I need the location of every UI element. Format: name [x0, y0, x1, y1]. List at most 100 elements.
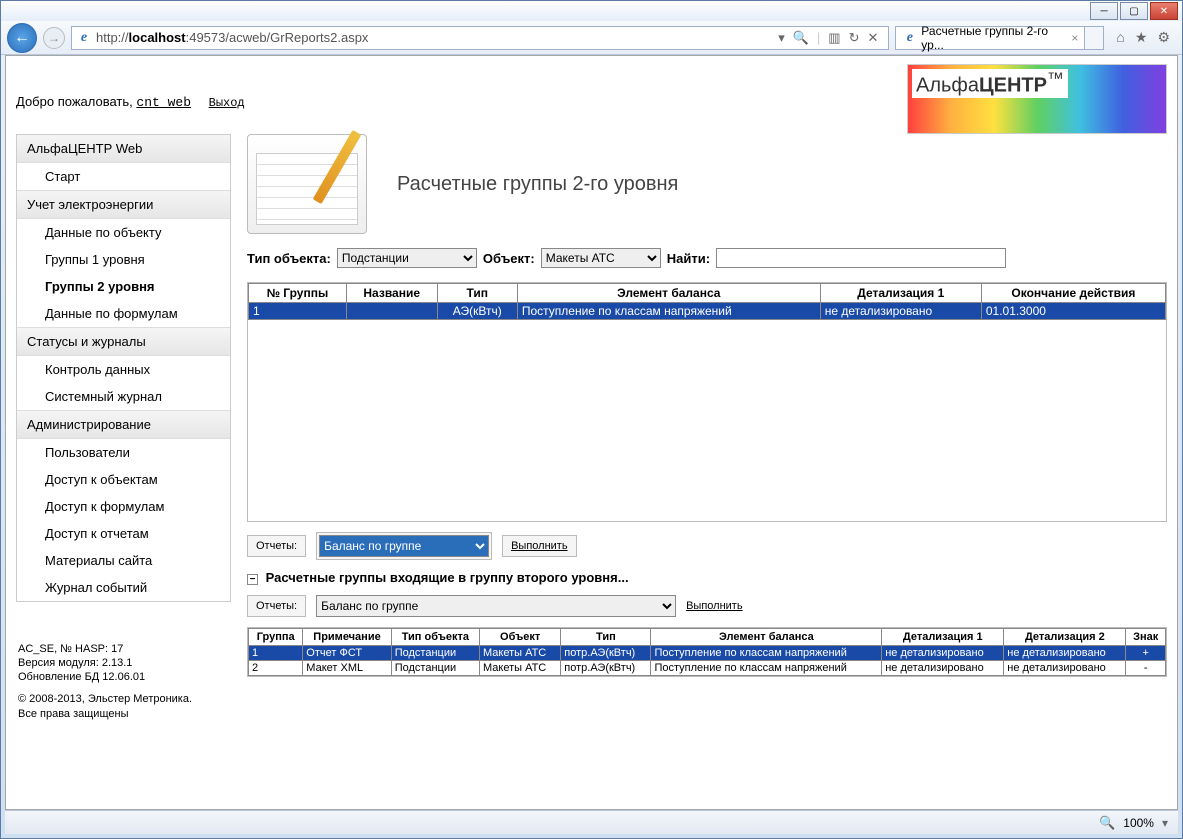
cell: Макеты АТС — [480, 646, 561, 661]
cell: Подстанции — [391, 661, 479, 676]
footer-copyright: © 2008-2013, Эльстер Метроника. — [18, 693, 192, 705]
grid2-wrap: Группа Примечание Тип объекта Объект Тип… — [247, 627, 1167, 677]
grid1-h-balance[interactable]: Элемент баланса — [517, 284, 820, 303]
favorites-icon[interactable]: ★ — [1135, 29, 1148, 46]
cell: не детализировано — [1004, 646, 1126, 661]
zoom-value: 100% — [1123, 816, 1154, 830]
menu-item-start[interactable]: Старт — [17, 163, 230, 190]
search-icon[interactable]: 🔍 — [793, 30, 809, 46]
zoom-icon[interactable]: 🔍 — [1099, 815, 1115, 831]
menu-item-syslog[interactable]: Системный журнал — [17, 383, 230, 410]
home-icon[interactable]: ⌂ — [1116, 29, 1124, 46]
menu-item-site-materials[interactable]: Материалы сайта — [17, 547, 230, 574]
compat-icon[interactable]: ▥ — [828, 30, 840, 46]
reports1-label: Отчеты: — [247, 535, 306, 557]
page-title: Расчетные группы 2-го уровня — [397, 173, 678, 196]
menu-item-formula-data[interactable]: Данные по формулам — [17, 300, 230, 327]
menu-item-groups1[interactable]: Группы 1 уровня — [17, 246, 230, 273]
menu-item-users[interactable]: Пользователи — [17, 439, 230, 466]
tab-title: Расчетные группы 2-го ур... — [921, 24, 1063, 52]
cell: + — [1126, 646, 1166, 661]
obj-select[interactable]: Макеты АТС — [541, 248, 661, 268]
reports2-select[interactable]: Баланс по группе — [316, 595, 676, 617]
collapse-icon[interactable]: − — [247, 574, 258, 585]
close-button[interactable]: ✕ — [1150, 2, 1178, 20]
footer-info: AC_SE, № HASP: 17 Версия модуля: 2.13.1 … — [18, 642, 238, 729]
browser-window: ─ ▢ ✕ ← → e http://localhost:49573/acweb… — [0, 0, 1183, 839]
ie-icon: e — [902, 30, 917, 46]
g2h-objtype[interactable]: Тип объекта — [391, 629, 479, 646]
cell: Поступление по классам напряжений — [651, 661, 882, 676]
forward-button[interactable]: → — [43, 27, 65, 49]
menu-item-access-reports[interactable]: Доступ к отчетам — [17, 520, 230, 547]
grid2-row[interactable]: 1 Отчет ФСТ Подстанции Макеты АТС потр.А… — [249, 646, 1166, 661]
grid1-h-end[interactable]: Окончание действия — [981, 284, 1165, 303]
g2h-d2[interactable]: Детализация 2 — [1004, 629, 1126, 646]
cell: Поступление по классам напряжений — [651, 646, 882, 661]
new-tab-button[interactable] — [1084, 26, 1104, 50]
cell: не детализировано — [1004, 661, 1126, 676]
grid1-header-row: № Группы Название Тип Элемент баланса Де… — [249, 284, 1166, 303]
menu-item-object-data[interactable]: Данные по объекту — [17, 219, 230, 246]
reports1-run-link[interactable]: Выполнить — [511, 540, 567, 552]
menu-item-access-objects[interactable]: Доступ к объектам — [17, 466, 230, 493]
g2h-balance[interactable]: Элемент баланса — [651, 629, 882, 646]
grid2-header-row: Группа Примечание Тип объекта Объект Тип… — [249, 629, 1166, 646]
refresh-icon[interactable]: ↻ — [849, 30, 860, 46]
cell: потр.АЭ(кВтч) — [561, 661, 651, 676]
menu-item-event-log[interactable]: Журнал событий — [17, 574, 230, 601]
cell: 01.01.3000 — [981, 303, 1165, 320]
find-input[interactable] — [716, 248, 1006, 268]
cell: Макеты АТС — [480, 661, 561, 676]
dropdown-icon[interactable]: ▾ — [778, 30, 785, 46]
grid1-h-detail1[interactable]: Детализация 1 — [820, 284, 981, 303]
grid1-row[interactable]: 1 АЭ(кВтч) Поступление по классам напряж… — [249, 303, 1166, 320]
user-link[interactable]: cnt_web — [136, 95, 191, 110]
minimize-button[interactable]: ─ — [1090, 2, 1118, 20]
back-button[interactable]: ← — [7, 23, 37, 53]
filter-row: Тип объекта: Подстанции Объект: Макеты А… — [247, 248, 1167, 268]
sub-heading-text: Расчетные группы входящие в группу второ… — [266, 570, 629, 585]
cell: 1 — [249, 303, 347, 320]
zoom-dropdown-icon[interactable]: ▾ — [1162, 816, 1168, 830]
footer-dbupdate: Обновление БД 12.06.01 — [18, 671, 145, 683]
menu-item-data-control[interactable]: Контроль данных — [17, 356, 230, 383]
tab-close-icon[interactable]: × — [1071, 31, 1078, 45]
reports1-select[interactable]: Баланс по группе — [319, 535, 489, 557]
grid1-h-group[interactable]: № Группы — [249, 284, 347, 303]
tools-icon[interactable]: ⚙ — [1157, 29, 1170, 46]
g2h-d1[interactable]: Детализация 1 — [882, 629, 1004, 646]
grid1-h-type[interactable]: Тип — [437, 284, 517, 303]
ie-icon: e — [76, 30, 92, 46]
g2h-type[interactable]: Тип — [561, 629, 651, 646]
tab-strip: e Расчетные группы 2-го ур... × — [895, 26, 1104, 50]
logout-link[interactable]: Выход — [209, 96, 245, 110]
browser-tab[interactable]: e Расчетные группы 2-го ур... × — [895, 26, 1085, 50]
menu-item-access-formulas[interactable]: Доступ к формулам — [17, 493, 230, 520]
g2h-object[interactable]: Объект — [480, 629, 561, 646]
menu-item-groups2[interactable]: Группы 2 уровня — [17, 273, 230, 300]
g2h-sign[interactable]: Знак — [1126, 629, 1166, 646]
window-titlebar: ─ ▢ ✕ — [1, 1, 1182, 21]
reports1-row: Отчеты: Баланс по группе Выполнить — [247, 532, 1167, 560]
stop-icon[interactable]: ✕ — [868, 30, 879, 46]
reports2-run-link[interactable]: Выполнить — [686, 600, 742, 612]
menu-header-main[interactable]: АльфаЦЕНТР Web — [17, 135, 230, 163]
menu-header-energy[interactable]: Учет электроэнергии — [17, 190, 230, 219]
welcome-row: Добро пожаловать, cnt_web Выход — [16, 64, 245, 120]
address-bar[interactable]: e http://localhost:49573/acweb/GrReports… — [71, 26, 889, 50]
menu-header-status[interactable]: Статусы и журналы — [17, 327, 230, 356]
sidebar: АльфаЦЕНТР Web Старт Учет электроэнергии… — [16, 134, 231, 602]
grid1: № Группы Название Тип Элемент баланса Де… — [248, 283, 1166, 320]
cell: не детализировано — [820, 303, 981, 320]
maximize-button[interactable]: ▢ — [1120, 2, 1148, 20]
g2h-group[interactable]: Группа — [249, 629, 303, 646]
menu-header-admin[interactable]: Администрирование — [17, 410, 230, 439]
grid2-row[interactable]: 2 Макет XML Подстанции Макеты АТС потр.А… — [249, 661, 1166, 676]
toolbar-right-icons: ⌂ ★ ⚙ — [1110, 29, 1176, 46]
cell: Подстанции — [391, 646, 479, 661]
g2h-note[interactable]: Примечание — [303, 629, 391, 646]
cell: АЭ(кВтч) — [437, 303, 517, 320]
grid1-h-name[interactable]: Название — [346, 284, 437, 303]
obj-type-select[interactable]: Подстанции — [337, 248, 477, 268]
